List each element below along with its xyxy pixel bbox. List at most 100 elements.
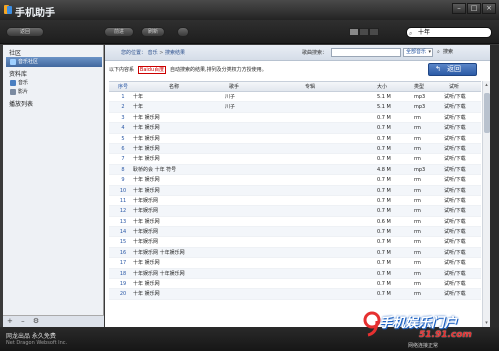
header-singer[interactable]: 歌手	[229, 82, 289, 92]
sidebar-item-music-community[interactable]: 音乐社区	[6, 57, 102, 67]
chevron-down-icon: ▾	[428, 49, 431, 55]
vertical-scrollbar[interactable]: ▴ ▾	[482, 81, 490, 327]
table-row[interactable]: 7 十年 娱乐网 0.7 M rm 试听/下载	[109, 154, 481, 165]
scroll-up-icon[interactable]: ▴	[483, 82, 490, 88]
breadcrumb: 您的位置： 音乐 > 搜索结果	[121, 49, 185, 56]
listen-download-link[interactable]: 试听/下载	[444, 186, 474, 196]
row-number: 3	[121, 114, 125, 121]
sidebar-item-label: 音乐	[18, 80, 29, 86]
listen-download-link[interactable]: 试听/下载	[444, 279, 474, 289]
toolbar: 返回 前进 刷新 ⌕ 十年	[0, 20, 499, 44]
table-row[interactable]: 5 十年 娱乐网 0.7 M rm 试听/下载	[109, 134, 481, 144]
listen-download-link[interactable]: 试听/下载	[444, 113, 474, 123]
table-row[interactable]: 13 十年 娱乐网 0.6 M rm 试听/下载	[109, 217, 481, 228]
maximize-button[interactable]: □	[467, 3, 481, 14]
table-row[interactable]: 19 十年 娱乐网 0.7 M rm 试听/下载	[109, 279, 481, 290]
view-mode-switcher	[349, 28, 379, 36]
song-name: 十年 娱乐网	[133, 177, 160, 184]
listen-download-link[interactable]: 试听/下载	[444, 175, 474, 185]
file-size: 0.7 M	[377, 291, 391, 298]
table-row[interactable]: 16 十年娱乐网 十年娱乐网 0.7 M rm 试听/下载	[109, 247, 481, 259]
music-icon	[10, 80, 16, 86]
remove-icon[interactable]: –	[21, 317, 25, 325]
close-button[interactable]: ×	[482, 3, 496, 14]
listen-download-link[interactable]: 试听/下载	[444, 102, 474, 112]
row-number: 14	[119, 229, 127, 236]
back-to-list-button[interactable]: ↰ 返回	[428, 63, 477, 76]
row-number: 18	[119, 270, 127, 277]
title-bar: 手机助手 – □ ×	[0, 0, 499, 20]
header-num[interactable]: 序号	[117, 82, 129, 92]
table-row[interactable]: 10 十年 娱乐网 0.7 M rm 试听/下载	[109, 185, 481, 196]
song-search-input[interactable]	[331, 48, 401, 57]
listen-download-link[interactable]: 试听/下载	[444, 123, 474, 133]
singer-name: 川子	[225, 104, 236, 111]
row-number: 2	[121, 104, 125, 111]
back-button[interactable]: 返回	[6, 27, 44, 37]
table-row[interactable]: 15 十年娱乐网 0.7 M rm 试听/下载	[109, 237, 481, 248]
table-row[interactable]: 20 十年 娱乐网 0.7 M rm 试听/下载	[109, 289, 481, 300]
row-number: 16	[119, 249, 127, 256]
header-type[interactable]: 类型	[414, 82, 434, 92]
file-type: rm	[414, 145, 421, 152]
sidebar-section-library: 资料库	[9, 71, 28, 78]
view-detail-button[interactable]	[359, 28, 369, 36]
row-number: 11	[119, 197, 127, 204]
song-search-button[interactable]: ⌕ 搜索	[436, 48, 464, 57]
breadcrumb-music-link[interactable]: 音乐	[148, 50, 158, 56]
listen-download-link[interactable]: 试听/下载	[444, 248, 474, 258]
listen-download-link[interactable]: 试听/下载	[444, 227, 474, 237]
listen-download-link[interactable]: 试听/下载	[444, 258, 474, 268]
table-row[interactable]: 12 十年娱乐网 0.7 M rm 试听/下载	[109, 206, 481, 217]
search-scope-select[interactable]: 全部音乐 ▾	[403, 48, 433, 57]
table-row[interactable]: 9 十年 娱乐网 0.7 M rm 试听/下载	[109, 175, 481, 186]
results-table: 序号 名称 歌手 专辑 大小 类型 试听 1 十年 川子 5.1 Mmp3 试听/下载 2…	[109, 81, 481, 300]
table-row[interactable]: 4 十年 娱乐网 0.7 M rm 试听/下载	[109, 123, 481, 134]
view-list-button[interactable]	[349, 28, 359, 36]
table-row[interactable]: 6 十年 娱乐网 0.7 M rm 试听/下载	[109, 143, 481, 155]
singer-name: 川子	[225, 94, 236, 100]
search-scope-value: 全部音乐	[406, 49, 427, 55]
file-type: rm	[414, 197, 421, 204]
table-row[interactable]: 8 耿桥的会 十年 符号 4.8 M mp3 试听/下载	[109, 164, 481, 176]
dropdown-button[interactable]	[177, 27, 189, 37]
file-size: 0.7 M	[377, 197, 391, 204]
listen-download-link[interactable]: 试听/下载	[444, 134, 474, 144]
listen-download-link[interactable]: 试听/下载	[444, 289, 474, 299]
listen-download-link[interactable]: 试听/下载	[444, 237, 474, 247]
table-row[interactable]: 17 十年 娱乐网 0.7 M rm 试听/下载	[109, 258, 481, 269]
song-name: 十年 娱乐网	[133, 135, 160, 142]
global-search-input[interactable]: ⌕ 十年	[406, 27, 492, 38]
table-row[interactable]: 18 十年娱乐网 十年娱乐网 0.7 M rm 试听/下载	[109, 268, 481, 280]
table-row[interactable]: 2 十年 川子 5.1 M mp3 试听/下载	[109, 102, 481, 113]
listen-download-link[interactable]: 试听/下载	[444, 217, 474, 227]
forward-button[interactable]: 前进	[104, 27, 134, 37]
header-album[interactable]: 专辑	[305, 82, 375, 92]
view-grid-button[interactable]	[369, 28, 379, 36]
file-type: rm	[414, 135, 421, 142]
listen-download-link[interactable]: 试听/下载	[444, 196, 474, 206]
table-row[interactable]: 11 十年娱乐网 0.7 M rm 试听/下载	[109, 196, 481, 207]
file-size: 0.7 M	[377, 229, 391, 236]
listen-download-link[interactable]: 试听/下载	[444, 154, 474, 164]
listen-download-link[interactable]: 试听/下载	[444, 92, 474, 102]
listen-download-link[interactable]: 试听/下载	[444, 206, 474, 216]
table-row[interactable]: 3 十年 娱乐网 0.7 M rm 试听/下载	[109, 113, 481, 124]
add-icon[interactable]: +	[7, 317, 13, 325]
sidebar-item-video[interactable]: 影片	[6, 87, 102, 97]
minimize-button[interactable]: –	[452, 3, 466, 14]
settings-icon[interactable]: ⚙	[33, 317, 39, 325]
community-icon	[10, 59, 16, 65]
listen-download-link[interactable]: 试听/下载	[444, 165, 474, 175]
listen-download-link[interactable]: 试听/下载	[444, 269, 474, 279]
refresh-button[interactable]: 刷新	[141, 27, 165, 37]
status-brand: 网龙出品 永久免费	[6, 333, 56, 340]
back-to-list-label: 返回	[447, 65, 461, 73]
song-name: 十年	[133, 94, 144, 100]
header-size[interactable]: 大小	[377, 82, 407, 92]
file-type: rm	[414, 125, 421, 132]
source-info-suffix: 自动搜索的结果,排列及分类权力方授使用。	[170, 67, 267, 73]
table-row[interactable]: 14 十年娱乐网 0.7 M rm 试听/下载	[109, 227, 481, 238]
table-row[interactable]: 1 十年 川子 5.1 M mp3 试听/下载	[109, 92, 481, 103]
listen-download-link[interactable]: 试听/下载	[444, 144, 474, 154]
